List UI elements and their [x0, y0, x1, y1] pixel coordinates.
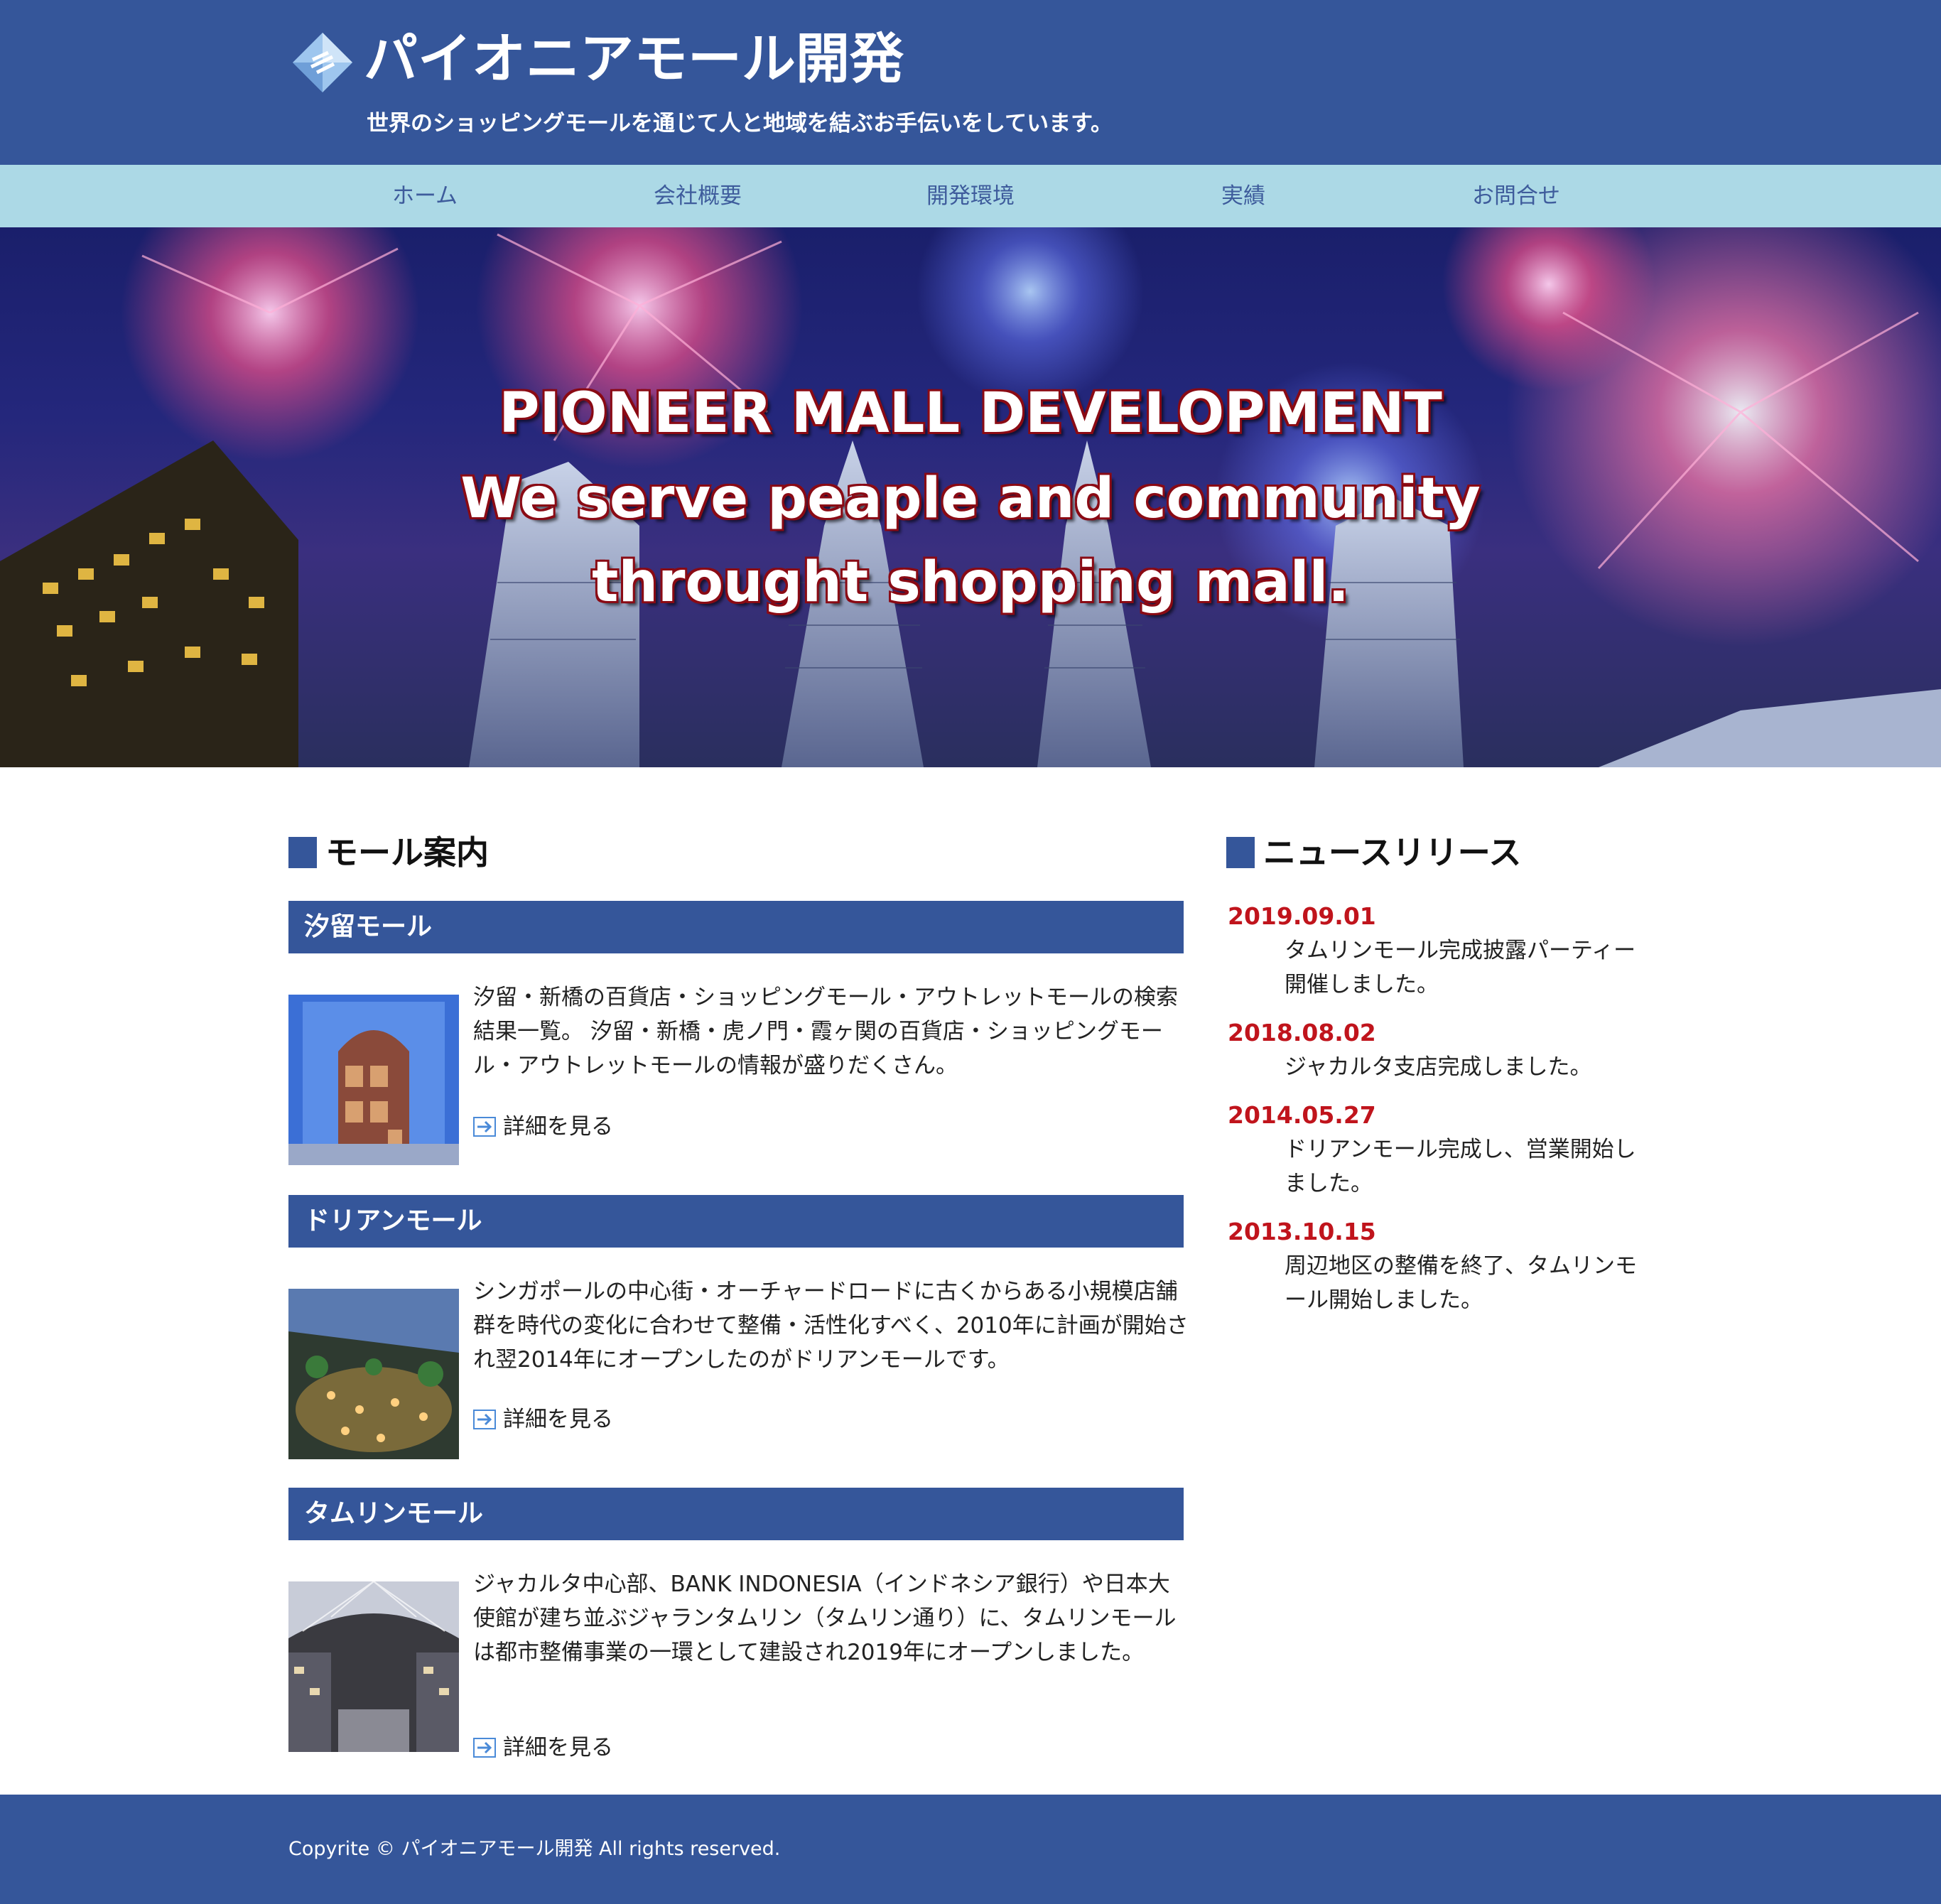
mall-more-label: 詳細を見る: [503, 1114, 613, 1140]
nav-item-development[interactable]: 開発環境: [864, 165, 1077, 227]
main-nav: ホーム 会社概要 開発環境 実績 お問合せ: [0, 165, 1941, 227]
mall-more-label: 詳細を見る: [503, 1735, 613, 1760]
mall-section-title: モール案内: [325, 833, 489, 872]
mall-photo-durian: [288, 1289, 459, 1459]
hero-subline-1: We serve peaple and community: [460, 467, 1481, 531]
news-item[interactable]: 周辺地区の整備を終了、タムリンモール開始しました。: [1285, 1249, 1654, 1317]
copyright-text: Copyrite © パイオニアモール開発 All rights reserve…: [288, 1838, 781, 1860]
news-date: 2013.10.15: [1228, 1218, 1376, 1245]
mall-title-shiodome: 汐留モール: [288, 901, 1184, 953]
mall-more-label: 詳細を見る: [503, 1407, 613, 1432]
news-date: 2014.05.27: [1228, 1101, 1376, 1129]
mall-photo-thamrin: [288, 1581, 459, 1752]
site-title[interactable]: パイオニアモール開発: [364, 20, 904, 98]
hero-banner: PIONEER MALL DEVELOPMENT We serve peaple…: [0, 227, 1941, 767]
mall-title-durian: ドリアンモール: [288, 1195, 1184, 1248]
news-section-title: ニュースリリース: [1263, 833, 1522, 872]
news-item[interactable]: タムリンモール完成披露パーティー開催しました。: [1285, 934, 1654, 1002]
diamond-logo-icon[interactable]: [291, 31, 354, 94]
heading-marker: [288, 837, 317, 868]
news-date: 2018.08.02: [1228, 1019, 1376, 1046]
nav-item-home[interactable]: ホーム: [318, 165, 531, 227]
hero-headline: PIONEER MALL DEVELOPMENT: [499, 382, 1442, 445]
hero-subline-2: throught shopping mall.: [592, 551, 1349, 615]
site-header: パイオニアモール開発 世界のショッピングモールを通じて人と地域を結ぶお手伝いをし…: [0, 0, 1941, 165]
mall-desc-shiodome: 汐留・新橋の百貨店・ショッピングモール・アウトレットモールの検索結果一覧。 汐留…: [473, 985, 1178, 1078]
mall-desc-durian: シンガポールの中心街・オーチャードロードに古くからある小規模店舗群を時代の変化に…: [473, 1279, 1189, 1373]
arrow-right-icon: [473, 1410, 496, 1429]
nav-item-results[interactable]: 実績: [1137, 165, 1350, 227]
arrow-right-icon: [473, 1117, 496, 1137]
mall-title-thamrin: タムリンモール: [288, 1488, 1184, 1540]
arrow-right-icon: [473, 1738, 496, 1758]
heading-marker: [1226, 837, 1255, 868]
site-tagline: 世界のショッピングモールを通じて人と地域を結ぶお手伝いをしています。: [367, 111, 1113, 136]
mall-desc-thamrin: ジャカルタ中心部、BANK INDONESIA（インドネシア銀行）や日本大使館が…: [473, 1572, 1177, 1665]
nav-item-contact[interactable]: お問合せ: [1410, 165, 1623, 227]
news-item[interactable]: ジャカルタ支店完成しました。: [1285, 1050, 1654, 1084]
news-item[interactable]: ドリアンモール完成し、営業開始しました。: [1285, 1132, 1654, 1201]
nav-item-company[interactable]: 会社概要: [591, 165, 804, 227]
news-date: 2019.09.01: [1228, 902, 1376, 930]
mall-photo-shiodome: [288, 995, 459, 1165]
site-footer: Copyrite © パイオニアモール開発 All rights reserve…: [0, 1795, 1941, 1904]
